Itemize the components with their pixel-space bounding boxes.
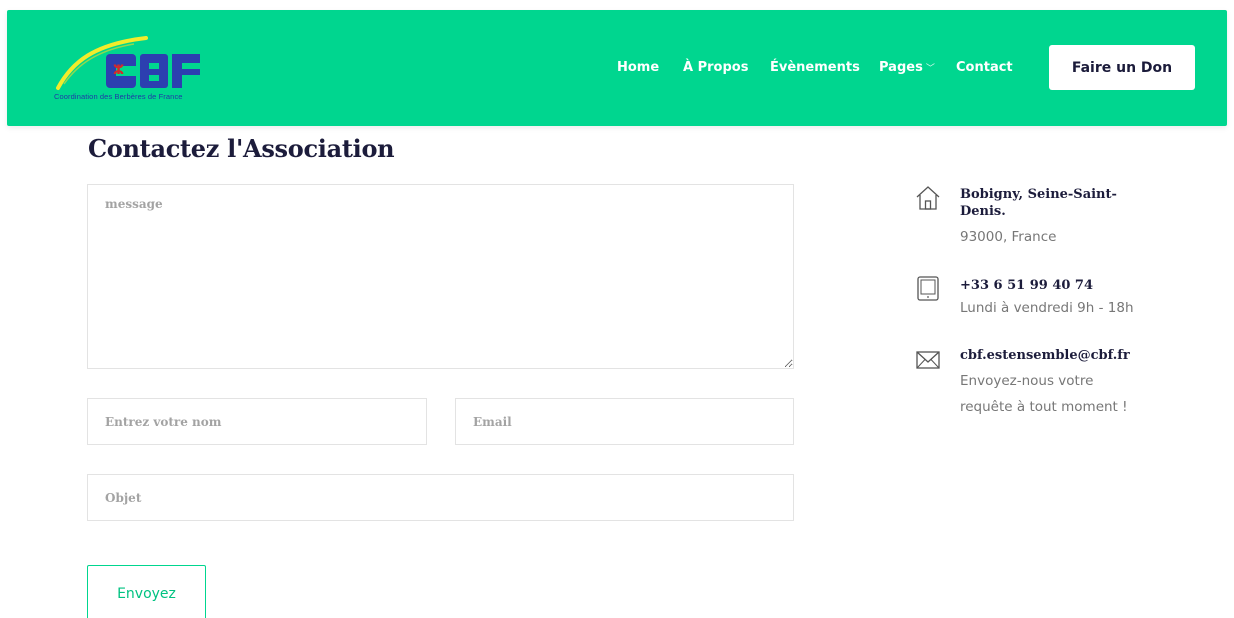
subject-field[interactable] (87, 474, 794, 521)
site-header: ⵣ Coordination des Berbères de France Ho… (7, 10, 1227, 126)
nav-pages-label: Pages (879, 60, 923, 75)
envelope-icon (916, 351, 940, 369)
logo-icon: ⵣ (56, 36, 200, 90)
page-title: Contactez l'Association (88, 134, 395, 163)
donate-button[interactable]: Faire un Don (1049, 45, 1195, 90)
phone-sub: Lundi à vendredi 9h - 18h (960, 300, 1134, 316)
logo-caption: Coordination des Berbères de France (54, 92, 183, 101)
email-sub: Envoyez-nous votre requête à tout moment… (960, 373, 1128, 415)
email-heading[interactable]: cbf.estensemble@cbf.fr (960, 347, 1160, 364)
email-field[interactable] (455, 398, 794, 445)
name-field[interactable] (87, 398, 427, 445)
svg-text:ⵣ: ⵣ (113, 63, 124, 78)
message-field[interactable] (87, 184, 794, 369)
submit-button[interactable]: Envoyez (87, 565, 206, 618)
nav-pages[interactable]: Pages ﹀ (879, 60, 935, 75)
nav-evenements[interactable]: Évènements (770, 60, 860, 75)
chevron-down-icon: ﹀ (925, 64, 935, 74)
site-logo[interactable]: ⵣ Coordination des Berbères de France (54, 32, 219, 104)
address-heading: Bobigny, Seine-Saint-Denis. (960, 187, 1117, 219)
nav-home[interactable]: Home (617, 60, 659, 75)
nav-contact[interactable]: Contact (956, 60, 1013, 75)
address-sub: 93000, France (960, 229, 1057, 245)
phone-heading: +33 6 51 99 40 74 (960, 278, 1094, 293)
tablet-icon (917, 276, 939, 301)
home-icon (916, 186, 940, 210)
nav-a-propos[interactable]: À Propos (683, 60, 748, 75)
